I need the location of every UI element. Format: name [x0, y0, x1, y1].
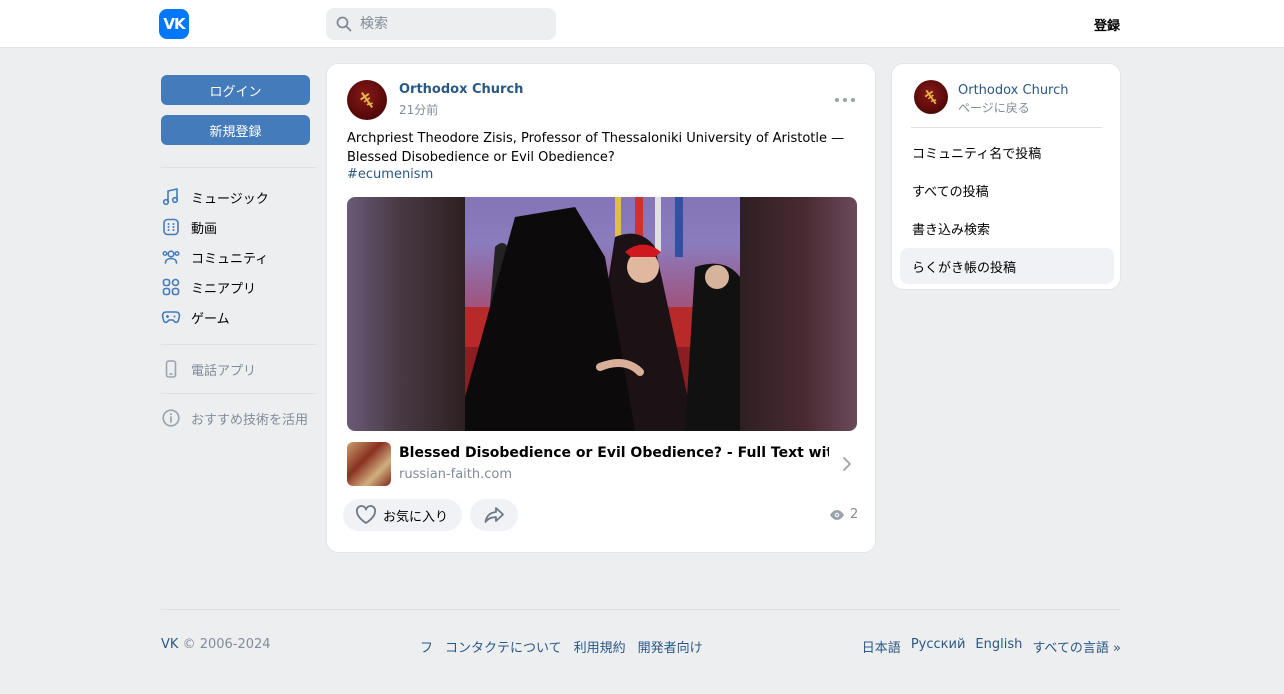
- footer-languages: 日本語 Русский English すべての言語 »: [862, 637, 1121, 656]
- post-hashtag[interactable]: #ecumenism: [347, 167, 433, 182]
- sidebar-item-label: ゲーム: [191, 311, 230, 327]
- music-icon: [162, 188, 179, 206]
- phone-icon: [165, 360, 177, 378]
- link-thumbnail: [347, 442, 391, 486]
- sidebar-item-label: ミュージック: [191, 191, 269, 207]
- register-link[interactable]: 登録: [1094, 15, 1120, 34]
- footer-links: フ コンタクテについて 利用規約 開発者向け: [420, 637, 703, 656]
- gamepad-icon: [161, 311, 181, 324]
- card-divider: [911, 127, 1102, 128]
- language-japanese[interactable]: 日本語: [862, 637, 901, 656]
- sidebar-item-label: コミュニティ: [191, 251, 269, 267]
- post-timestamp[interactable]: 21分前: [399, 101, 438, 118]
- footer-divider: [161, 609, 1121, 610]
- link-domain: russian-faith.com: [399, 467, 513, 482]
- footer-link-terms[interactable]: 利用規約: [574, 637, 626, 656]
- more-options-icon[interactable]: [835, 92, 855, 108]
- heart-icon: [355, 505, 377, 524]
- video-icon: [163, 218, 179, 236]
- community-avatar[interactable]: [347, 80, 387, 120]
- info-icon: [162, 409, 180, 427]
- filter-search-posts[interactable]: 書き込み検索: [900, 210, 1114, 246]
- sidebar-item-games[interactable]: ゲーム: [161, 304, 317, 330]
- views-count: 2: [850, 507, 859, 522]
- post-card: Orthodox Church 21分前 Archpriest Theodore…: [326, 63, 876, 553]
- footer-link[interactable]: フ: [420, 637, 433, 656]
- login-button[interactable]: ログイン: [161, 75, 310, 105]
- sidebar-item-label: ミニアプリ: [191, 281, 257, 297]
- sidebar-item-recommend[interactable]: おすすめ技術を活用: [161, 405, 317, 431]
- eye-icon: [830, 509, 844, 520]
- chevron-right-icon: [843, 457, 851, 471]
- language-russian[interactable]: Русский: [911, 637, 966, 656]
- footer-copyright: VK © 2006-2024: [161, 637, 271, 652]
- sidebar-item-music[interactable]: ミュージック: [161, 184, 317, 210]
- community-icon: [162, 250, 180, 264]
- sidebar-divider: [161, 167, 317, 168]
- footer-link-developers[interactable]: 開発者向け: [638, 637, 703, 656]
- like-button[interactable]: お気に入り: [343, 499, 462, 531]
- sidebar-divider: [161, 344, 317, 345]
- mini-apps-icon: [162, 278, 180, 296]
- views-counter: 2: [829, 507, 858, 522]
- filter-all-posts[interactable]: すべての投稿: [900, 172, 1114, 208]
- post-author-link[interactable]: Orthodox Church: [399, 82, 523, 97]
- cross-icon: [360, 92, 373, 108]
- cross-icon: [924, 89, 937, 105]
- back-to-page-link[interactable]: ページに戻る: [958, 99, 1030, 116]
- link-title[interactable]: Blessed Disobedience or Evil Obedience? …: [399, 445, 829, 461]
- top-header: VK 登録: [0, 0, 1284, 48]
- post-text: Archpriest Theodore Zisis, Professor of …: [347, 131, 845, 165]
- post-photo[interactable]: [347, 197, 857, 431]
- photo-image: [465, 197, 740, 431]
- footer-years: © 2006-2024: [182, 637, 271, 652]
- footer-link-about[interactable]: コンタクテについて: [445, 637, 562, 656]
- footer-brand[interactable]: VK: [161, 637, 178, 652]
- search-input[interactable]: [360, 16, 540, 32]
- vk-logo[interactable]: VK: [159, 9, 189, 39]
- share-button[interactable]: [470, 499, 518, 531]
- link-attachment[interactable]: Blessed Disobedience or Evil Obedience? …: [347, 442, 857, 486]
- photo-scene: [465, 197, 740, 431]
- filter-graffiti-posts[interactable]: らくがき帳の投稿: [900, 248, 1114, 284]
- search-box[interactable]: [326, 8, 556, 40]
- sidebar-item-label: 電話アプリ: [191, 363, 257, 379]
- sidebar-item-phone-app[interactable]: 電話アプリ: [161, 356, 317, 382]
- community-avatar[interactable]: [914, 80, 948, 114]
- sidebar-item-community[interactable]: コミュニティ: [161, 244, 317, 270]
- filter-community-posts[interactable]: コミュニティ名で投稿: [900, 134, 1114, 170]
- share-icon: [484, 507, 504, 523]
- like-label: お気に入り: [383, 509, 449, 525]
- language-english[interactable]: English: [975, 637, 1022, 656]
- community-name-link[interactable]: Orthodox Church: [958, 83, 1069, 98]
- signup-button[interactable]: 新規登録: [161, 115, 310, 145]
- sidebar-item-video[interactable]: 動画: [161, 214, 317, 240]
- search-icon: [336, 16, 352, 32]
- sidebar-item-label: 動画: [191, 221, 218, 237]
- sidebar-divider: [161, 393, 317, 394]
- sidebar-item-mini-apps[interactable]: ミニアプリ: [161, 274, 317, 300]
- language-all[interactable]: すべての言語 »: [1032, 637, 1121, 656]
- sidebar-item-label: おすすめ技術を活用: [191, 412, 309, 428]
- community-nav-card: Orthodox Church ページに戻る コミュニティ名で投稿 すべての投稿…: [891, 63, 1121, 290]
